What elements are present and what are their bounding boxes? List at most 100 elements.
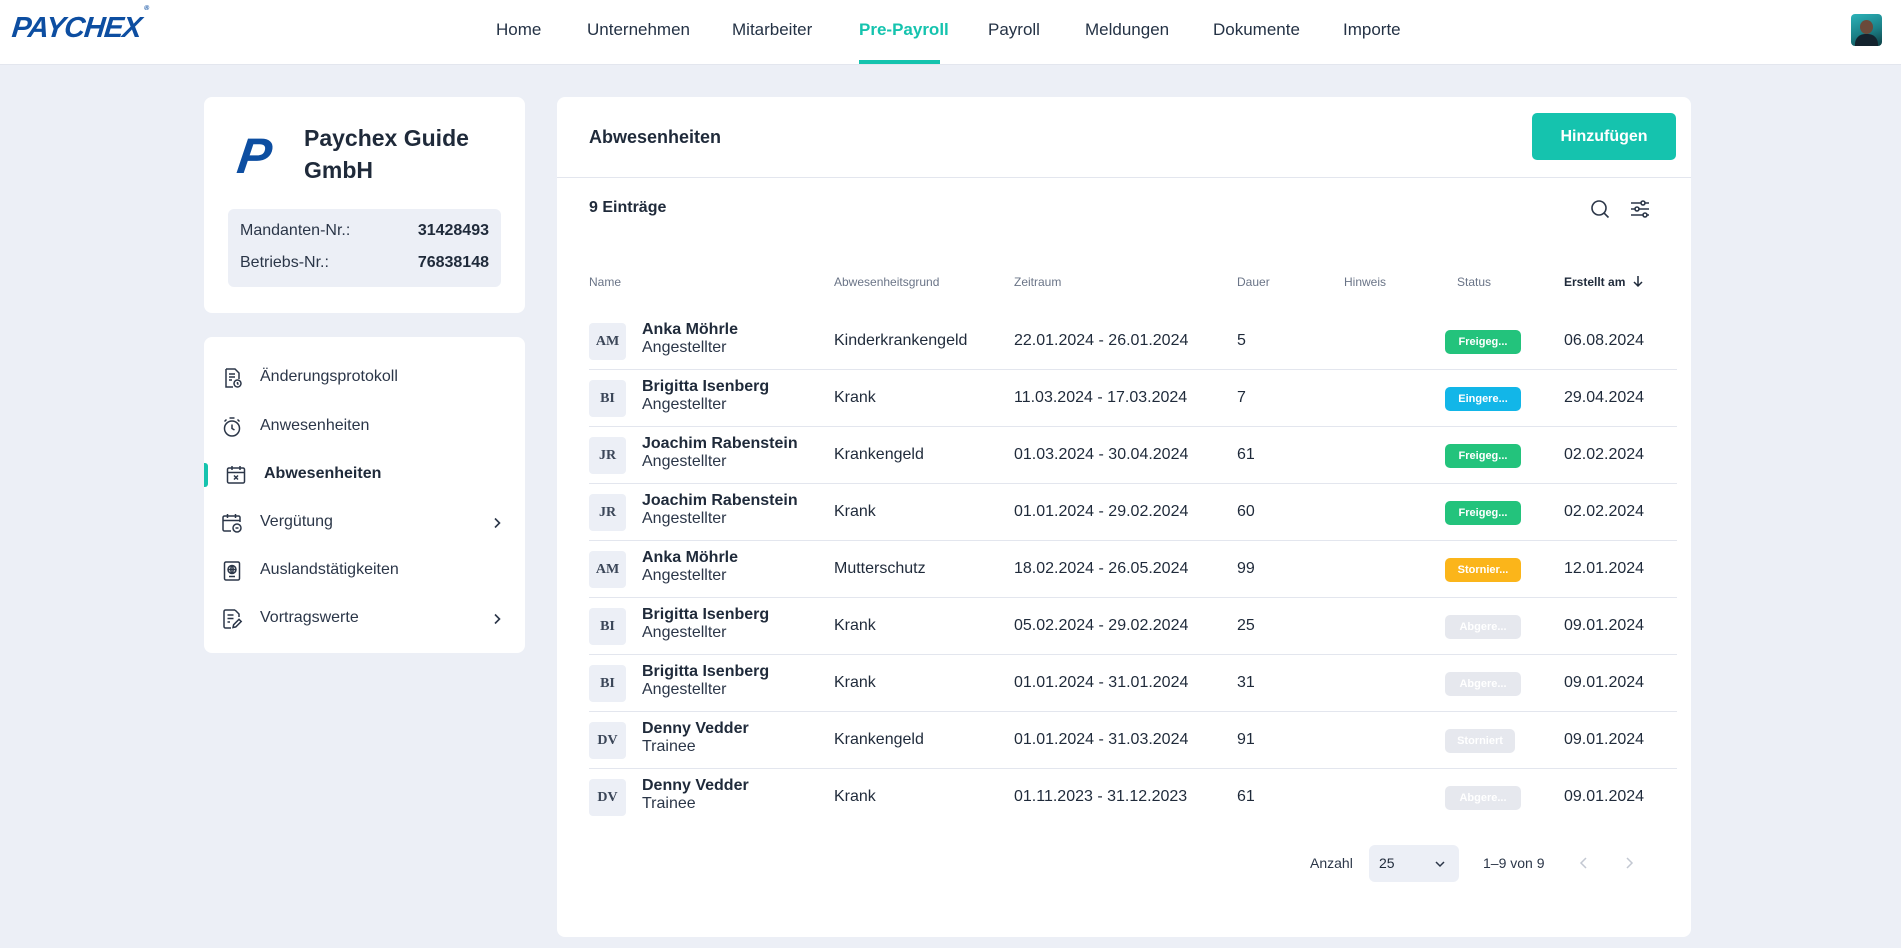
active-indicator [204,463,208,487]
sidebar-item-aenderungsprotokoll[interactable]: Änderungsprotokoll [204,358,525,398]
table-row[interactable]: BI Brigitta Isenberg Angestellter Krank 11.0… [589,370,1677,427]
employee-name[interactable]: Joachim Rabenstein [642,492,798,510]
user-avatar[interactable] [1851,14,1882,46]
absence-reason: Krank [834,617,876,634]
sidebar-item-label: Auslandstätigkeiten [260,561,399,578]
absence-reason: Krankengeld [834,731,924,748]
absence-duration: 31 [1237,674,1255,691]
table-row[interactable]: AM Anka Möhrle Angestellter Kinderkrankenge… [589,313,1677,370]
nav-unternehmen[interactable]: Unternehmen [587,20,690,40]
employee-role: Angestellter [642,624,727,641]
divider [557,177,1691,178]
sidebar-item-abwesenheiten[interactable]: Abwesenheiten [204,455,525,495]
nav-meldungen[interactable]: Meldungen [1085,20,1169,40]
col-header-duration[interactable]: Dauer [1237,275,1270,289]
employee-initials-avatar: JR [589,437,626,474]
table-row[interactable]: JR Joachim Rabenstein Angestellter Krank 01.… [589,484,1677,541]
employee-name[interactable]: Brigitta Isenberg [642,663,769,681]
sidebar-item-label: Änderungsprotokoll [260,368,398,385]
status-badge: Freigeg... [1445,501,1521,525]
chevron-right-icon [494,517,501,529]
sidebar-item-vortragswerte[interactable]: Vortragswerte [204,599,525,639]
col-header-period[interactable]: Zeitraum [1014,275,1061,289]
employee-name[interactable]: Denny Vedder [642,720,749,738]
status-badge: Abgere... [1445,672,1521,696]
prev-page-icon[interactable] [1574,853,1594,873]
paychex-logo[interactable]: PAYCHEX® [10,5,148,45]
employee-initials-avatar: AM [589,323,626,360]
absence-duration: 7 [1237,389,1246,406]
passport-globe-icon [223,561,241,581]
employee-role: Angestellter [642,567,727,584]
filter-sliders-icon[interactable] [1628,197,1652,221]
employee-role: Angestellter [642,681,727,698]
col-header-created[interactable]: Erstellt am [1564,275,1625,289]
col-header-status[interactable]: Status [1457,275,1491,289]
employee-role: Trainee [642,795,696,812]
employee-name[interactable]: Denny Vedder [642,777,749,795]
sidebar-item-label: Vergütung [260,513,333,530]
status-badge: Stornier... [1445,558,1521,582]
table-row[interactable]: BI Brigitta Isenberg Angestellter Krank 01.0… [589,655,1677,712]
absence-duration: 25 [1237,617,1255,634]
nav-home[interactable]: Home [496,20,541,40]
sidebar-item-anwesenheiten[interactable]: Anwesenheiten [204,407,525,447]
col-header-reason[interactable]: Abwesenheitsgrund [834,275,939,289]
absence-duration: 91 [1237,731,1255,748]
sidebar-menu: Änderungsprotokoll Anwesenheiten Abwesen… [204,337,525,653]
company-info-box: Mandanten-Nr.: 31428493 Betriebs-Nr.: 76… [228,209,501,287]
stopwatch-icon [223,417,241,437]
employee-name[interactable]: Brigitta Isenberg [642,378,769,396]
table-row[interactable]: AM Anka Möhrle Angestellter Mutterschutz 18.… [589,541,1677,598]
employee-initials-avatar: AM [589,551,626,588]
absence-period: 01.03.2024 - 30.04.2024 [1014,446,1189,463]
sidebar-item-verguetung[interactable]: Vergütung [204,503,525,543]
employee-initials-avatar: BI [589,608,626,645]
created-date: 29.04.2024 [1564,389,1645,406]
mandanten-label: Mandanten-Nr.: [240,222,351,239]
employee-name[interactable]: Brigitta Isenberg [642,606,769,624]
created-date: 09.01.2024 [1564,674,1645,691]
employee-initials-avatar: JR [589,494,626,531]
employee-role: Angestellter [642,510,727,527]
table-row[interactable]: DV Denny Vedder Trainee Krankengeld 01.01.20… [589,712,1677,769]
sidebar-item-auslandstaetigkeiten[interactable]: Auslandstätigkeiten [204,551,525,591]
col-header-hint[interactable]: Hinweis [1344,275,1386,289]
page-range: 1–9 von 9 [1483,855,1545,871]
page-size-select[interactable]: 25 [1369,845,1459,882]
nav-dokumente[interactable]: Dokumente [1213,20,1300,40]
betriebs-label: Betriebs-Nr.: [240,254,329,271]
absence-duration: 61 [1237,788,1255,805]
employee-role: Angestellter [642,339,727,356]
table-row[interactable]: DV Denny Vedder Trainee Krank 01.11.2023 - 3… [589,769,1677,826]
nav-mitarbeiter[interactable]: Mitarbeiter [732,20,812,40]
nav-pre-payroll[interactable]: Pre-Payroll [859,20,949,40]
absence-period: 05.02.2024 - 29.02.2024 [1014,617,1189,634]
search-icon[interactable] [1588,197,1612,221]
col-header-name[interactable]: Name [589,275,621,289]
absence-period: 01.01.2024 - 31.01.2024 [1014,674,1189,691]
absence-duration: 99 [1237,560,1255,577]
page-size-label: Anzahl [1310,855,1353,871]
status-badge: Freigeg... [1445,444,1521,468]
employee-name[interactable]: Joachim Rabenstein [642,435,798,453]
nav-payroll[interactable]: Payroll [988,20,1040,40]
next-page-icon[interactable] [1619,853,1639,873]
absence-period: 18.02.2024 - 26.05.2024 [1014,560,1189,577]
arrow-down-icon[interactable] [1631,274,1645,288]
calendar-x-icon [226,466,246,484]
sidebar-item-label: Vortragswerte [260,609,359,626]
employee-initials-avatar: BI [589,380,626,417]
add-button[interactable]: Hinzufügen [1532,113,1676,160]
employee-initials-avatar: DV [589,722,626,759]
chevron-down-icon [1435,861,1445,868]
employee-name[interactable]: Anka Möhrle [642,549,738,567]
nav-active-underline [859,60,940,64]
table-row[interactable]: JR Joachim Rabenstein Angestellter Krankeng… [589,427,1677,484]
absence-reason: Krank [834,389,876,406]
employee-role: Angestellter [642,453,727,470]
chevron-right-icon [494,613,501,625]
table-row[interactable]: BI Brigitta Isenberg Angestellter Krank 05.0… [589,598,1677,655]
nav-importe[interactable]: Importe [1343,20,1401,40]
employee-name[interactable]: Anka Möhrle [642,321,738,339]
